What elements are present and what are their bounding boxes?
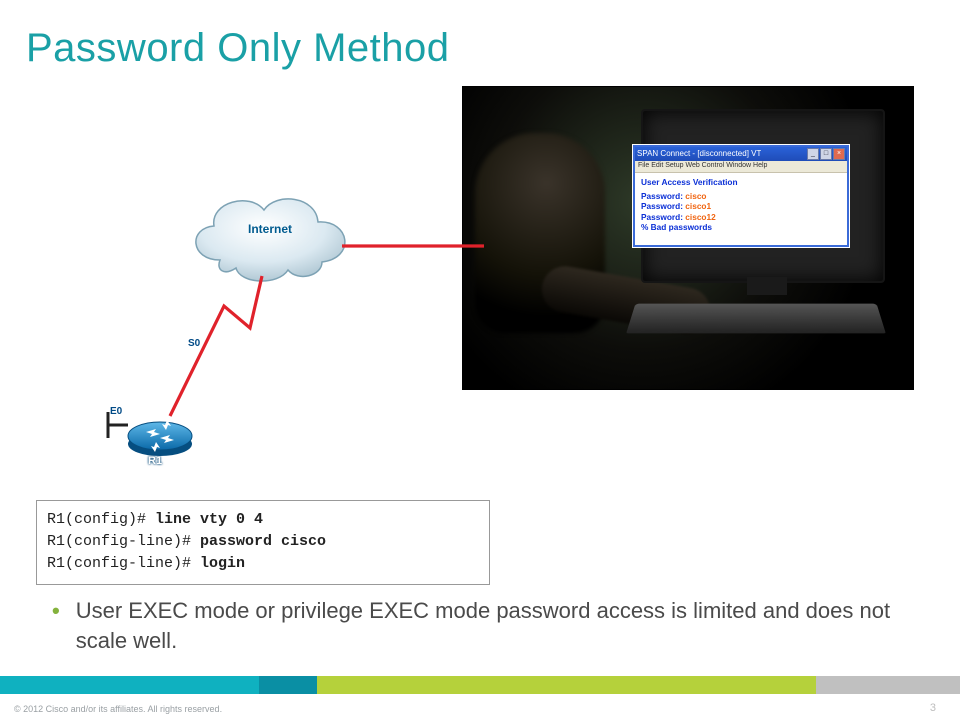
cli-cmd: login [200, 555, 245, 572]
titlebar-buttons: _ □ × [807, 148, 845, 160]
bad-passwords: % Bad passwords [641, 222, 841, 232]
footer-seg-teal2 [259, 676, 317, 694]
cli-cmd: password cisco [200, 533, 326, 550]
bullet-row: • User EXEC mode or privilege EXEC mode … [52, 596, 918, 655]
terminal-title: SPAN Connect - [disconnected] VT [637, 149, 761, 159]
terminal-window: SPAN Connect - [disconnected] VT _ □ × F… [633, 145, 849, 247]
pwd-prompt: Password: [641, 191, 683, 201]
terminal-titlebar: SPAN Connect - [disconnected] VT _ □ × [635, 147, 847, 161]
monitor-stand [747, 277, 787, 295]
attacker-photo: SPAN Connect - [disconnected] VT _ □ × F… [462, 86, 914, 390]
router-label: R1 [148, 455, 162, 467]
network-diagram: Internet S0 E0 [104, 180, 464, 480]
cli-line: R1(config-line)# login [47, 553, 479, 575]
slide-root: Password Only Method SPAN Connect - [dis… [0, 0, 960, 720]
pwd-line: Password: cisco1 [641, 201, 841, 211]
interface-s0-label: S0 [188, 338, 200, 349]
footer-seg-lime [317, 676, 816, 694]
cli-config-box: R1(config)# line vty 0 4 R1(config-line)… [36, 500, 490, 585]
pwd-prompt: Password: [641, 201, 683, 211]
minimize-icon[interactable]: _ [807, 148, 819, 160]
page-number: 3 [930, 702, 936, 714]
footer-seg-teal1 [0, 676, 259, 694]
copyright-text: © 2012 Cisco and/or its affiliates. All … [14, 704, 222, 714]
bullet-text: User EXEC mode or privilege EXEC mode pa… [76, 596, 918, 655]
pwd-value: cisco12 [685, 212, 715, 222]
cli-line: R1(config-line)# password cisco [47, 531, 479, 553]
footer-seg-grey [816, 676, 960, 694]
pwd-line: Password: cisco12 [641, 212, 841, 222]
bullet-icon: • [52, 596, 60, 655]
cli-prompt: R1(config)# [47, 511, 155, 528]
terminal-menu[interactable]: File Edit Setup Web Control Window Help [635, 161, 847, 173]
cli-line: R1(config)# line vty 0 4 [47, 509, 479, 531]
close-icon[interactable]: × [833, 148, 845, 160]
cli-cmd: line vty 0 4 [155, 511, 263, 528]
maximize-icon[interactable]: □ [820, 148, 832, 160]
pwd-value: cisco1 [685, 201, 711, 211]
footer-color-bar [0, 676, 960, 694]
terminal-body: User Access Verification Password: cisco… [635, 173, 847, 245]
cli-prompt: R1(config-line)# [47, 533, 200, 550]
pwd-prompt: Password: [641, 212, 683, 222]
keyboard [626, 304, 886, 334]
pwd-line: Password: cisco [641, 191, 841, 201]
cli-prompt: R1(config-line)# [47, 555, 200, 572]
slide-title: Password Only Method [26, 26, 450, 71]
pwd-value: cisco [685, 191, 706, 201]
verify-label: User Access Verification [641, 177, 841, 187]
